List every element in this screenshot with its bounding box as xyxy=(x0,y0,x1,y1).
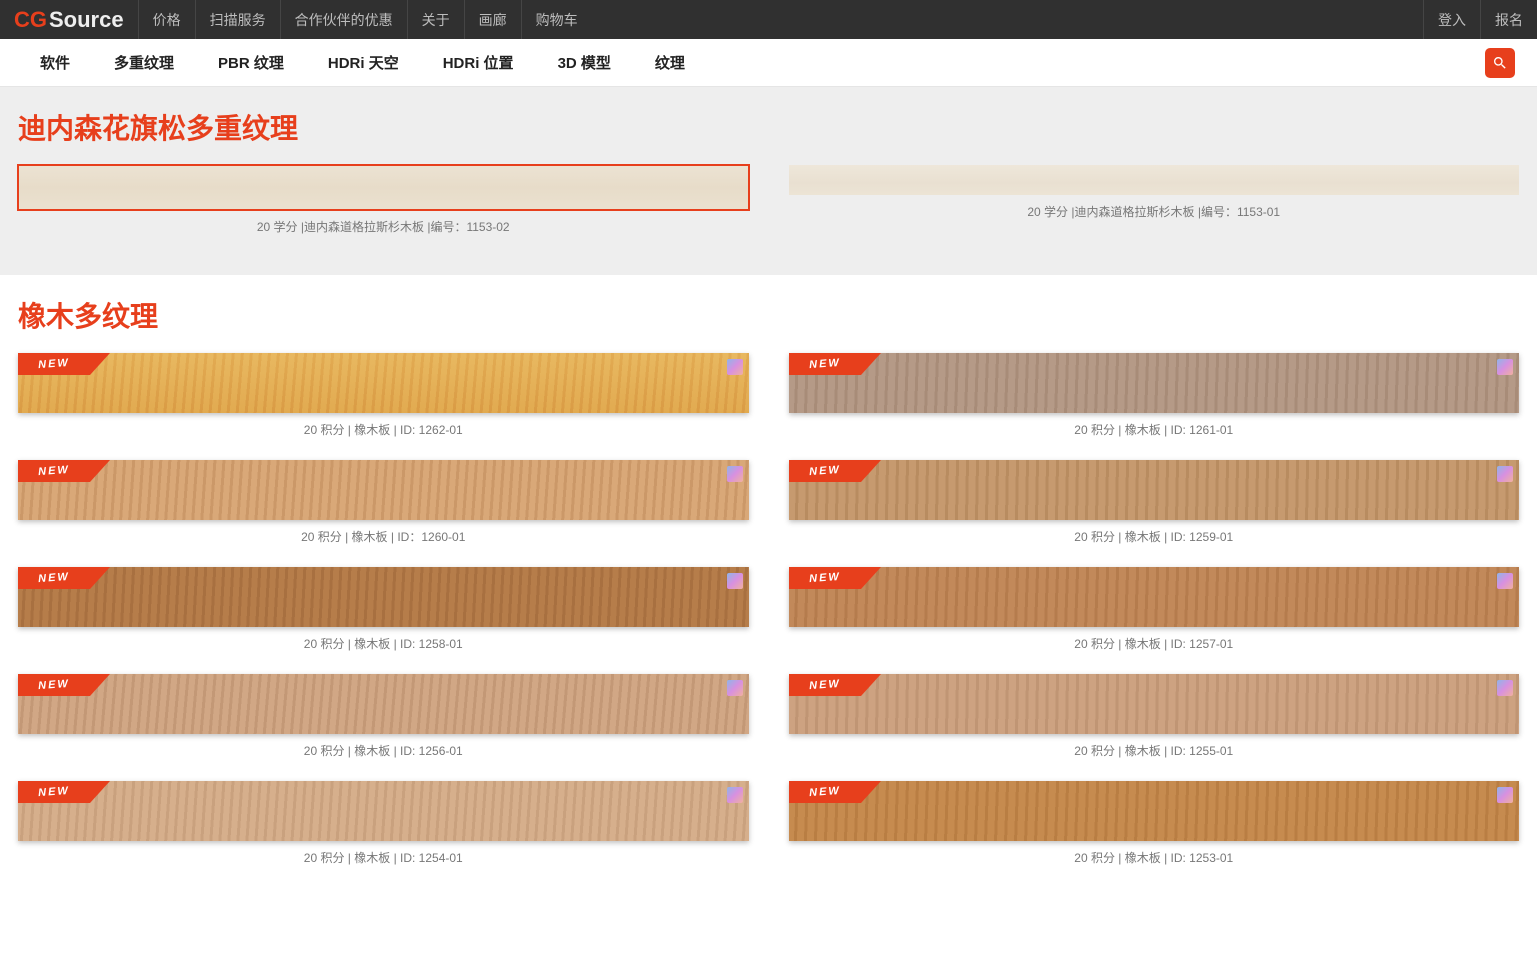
pbr-swatch-icon xyxy=(1497,466,1513,482)
top-nav-item[interactable]: 关于 xyxy=(407,0,464,39)
top-nav-item[interactable]: 购物车 xyxy=(521,0,592,39)
sub-nav-items: 软件多重纹理PBR 纹理HDRi 天空HDRi 位置3D 模型纹理 xyxy=(18,52,707,73)
product-caption: 20 积分 | 橡木板 | ID: 1255-01 xyxy=(1074,742,1233,759)
pbr-swatch-icon xyxy=(727,680,743,696)
product-card[interactable]: NEW 20 积分 | 橡木板 | ID: 1258-01 xyxy=(18,567,749,652)
new-ribbon: NEW xyxy=(789,460,861,482)
sub-nav-item[interactable]: HDRi 位置 xyxy=(421,52,536,73)
product-grid: 20 学分 |迪内森道格拉斯杉木板 |编号：1153-02 20 学分 |迪内森道… xyxy=(18,165,1519,235)
product-card[interactable]: NEW 20 积分 | 橡木板 | ID: 1253-01 xyxy=(789,781,1520,866)
section-oak: 橡木多纹理 NEW 20 积分 | 橡木板 | ID: 1262-01 NEW 20 … xyxy=(0,275,1537,906)
top-nav-item[interactable]: 画廊 xyxy=(464,0,521,39)
product-caption: 20 积分 | 橡木板 | ID: 1254-01 xyxy=(304,849,463,866)
sub-nav-item[interactable]: 纹理 xyxy=(633,52,707,73)
product-caption: 20 积分 | 橡木板 | ID: 1261-01 xyxy=(1074,421,1233,438)
new-ribbon: NEW xyxy=(18,781,90,803)
product-caption: 20 积分 | 橡木板 | ID: 1257-01 xyxy=(1074,635,1233,652)
new-ribbon: NEW xyxy=(789,353,861,375)
top-nav-items: 价格扫描服务合作伙伴的优惠关于画廊购物车 xyxy=(138,0,592,39)
spacer xyxy=(592,0,1423,39)
pbr-swatch-icon xyxy=(1497,573,1513,589)
pbr-swatch-icon xyxy=(727,359,743,375)
product-thumbnail[interactable]: NEW xyxy=(18,460,749,520)
pbr-swatch-icon xyxy=(1497,680,1513,696)
pbr-swatch-icon xyxy=(727,466,743,482)
section-dinesen: 迪内森花旗松多重纹理 20 学分 |迪内森道格拉斯杉木板 |编号：1153-02… xyxy=(0,87,1537,275)
product-card[interactable]: NEW 20 积分 | 橡木板 | ID: 1255-01 xyxy=(789,674,1520,759)
product-card[interactable]: NEW 20 积分 | 橡木板 | ID：1260-01 xyxy=(18,460,749,545)
product-caption: 20 学分 |迪内森道格拉斯杉木板 |编号：1153-01 xyxy=(1027,203,1280,220)
sub-nav-item[interactable]: 3D 模型 xyxy=(536,52,633,73)
product-caption: 20 积分 | 橡木板 | ID：1260-01 xyxy=(301,528,465,545)
top-nav-right: 登入报名 xyxy=(1423,0,1537,39)
product-card[interactable]: 20 学分 |迪内森道格拉斯杉木板 |编号：1153-01 xyxy=(789,165,1520,235)
product-caption: 20 积分 | 橡木板 | ID: 1253-01 xyxy=(1074,849,1233,866)
sub-nav-item[interactable]: PBR 纹理 xyxy=(196,52,306,73)
sub-nav-item[interactable]: 软件 xyxy=(18,52,92,73)
product-thumbnail[interactable]: NEW xyxy=(18,567,749,627)
new-ribbon: NEW xyxy=(789,781,861,803)
sub-nav: 软件多重纹理PBR 纹理HDRi 天空HDRi 位置3D 模型纹理 xyxy=(0,39,1537,87)
new-ribbon: NEW xyxy=(18,353,90,375)
product-card[interactable]: NEW 20 积分 | 橡木板 | ID: 1254-01 xyxy=(18,781,749,866)
sub-nav-item[interactable]: 多重纹理 xyxy=(92,52,196,73)
product-caption: 20 积分 | 橡木板 | ID: 1262-01 xyxy=(304,421,463,438)
top-nav-item[interactable]: 价格 xyxy=(138,0,195,39)
pbr-swatch-icon xyxy=(727,573,743,589)
logo-cg: CG xyxy=(14,7,47,33)
new-ribbon: NEW xyxy=(18,460,90,482)
pbr-swatch-icon xyxy=(727,787,743,803)
product-thumbnail[interactable]: NEW xyxy=(18,674,749,734)
product-card[interactable]: NEW 20 积分 | 橡木板 | ID: 1262-01 xyxy=(18,353,749,438)
top-nav-item[interactable]: 合作伙伴的优惠 xyxy=(280,0,407,39)
product-thumbnail[interactable]: NEW xyxy=(789,674,1520,734)
product-thumbnail[interactable]: NEW xyxy=(789,567,1520,627)
sub-nav-item[interactable]: HDRi 天空 xyxy=(306,52,421,73)
pbr-swatch-icon xyxy=(1497,787,1513,803)
search-button[interactable] xyxy=(1485,48,1515,78)
new-ribbon: NEW xyxy=(789,674,861,696)
product-thumbnail[interactable] xyxy=(789,165,1520,195)
product-thumbnail[interactable]: NEW xyxy=(789,781,1520,841)
product-caption: 20 积分 | 橡木板 | ID: 1258-01 xyxy=(304,635,463,652)
product-caption: 20 积分 | 橡木板 | ID: 1256-01 xyxy=(304,742,463,759)
section-title: 迪内森花旗松多重纹理 xyxy=(18,107,1519,147)
new-ribbon: NEW xyxy=(18,674,90,696)
product-grid: NEW 20 积分 | 橡木板 | ID: 1262-01 NEW 20 积分 | 橡… xyxy=(18,353,1519,866)
product-caption: 20 学分 |迪内森道格拉斯杉木板 |编号：1153-02 xyxy=(257,218,510,235)
section-title: 橡木多纹理 xyxy=(18,295,1519,335)
product-thumbnail[interactable]: NEW xyxy=(789,460,1520,520)
product-thumbnail[interactable]: NEW xyxy=(18,353,749,413)
top-nav-auth-item[interactable]: 报名 xyxy=(1480,0,1537,39)
product-thumbnail[interactable] xyxy=(18,165,749,210)
logo[interactable]: CG Source xyxy=(0,0,138,39)
product-thumbnail[interactable]: NEW xyxy=(789,353,1520,413)
top-nav-auth-item[interactable]: 登入 xyxy=(1423,0,1480,39)
top-nav-item[interactable]: 扫描服务 xyxy=(195,0,280,39)
product-thumbnail[interactable]: NEW xyxy=(18,781,749,841)
pbr-swatch-icon xyxy=(1497,359,1513,375)
product-card[interactable]: NEW 20 积分 | 橡木板 | ID: 1257-01 xyxy=(789,567,1520,652)
top-nav: CG Source 价格扫描服务合作伙伴的优惠关于画廊购物车 登入报名 xyxy=(0,0,1537,39)
product-card[interactable]: NEW 20 积分 | 橡木板 | ID: 1259-01 xyxy=(789,460,1520,545)
product-card[interactable]: NEW 20 积分 | 橡木板 | ID: 1256-01 xyxy=(18,674,749,759)
new-ribbon: NEW xyxy=(789,567,861,589)
product-caption: 20 积分 | 橡木板 | ID: 1259-01 xyxy=(1074,528,1233,545)
product-card[interactable]: 20 学分 |迪内森道格拉斯杉木板 |编号：1153-02 xyxy=(18,165,749,235)
product-card[interactable]: NEW 20 积分 | 橡木板 | ID: 1261-01 xyxy=(789,353,1520,438)
logo-source: Source xyxy=(49,7,124,33)
search-icon xyxy=(1492,55,1508,71)
new-ribbon: NEW xyxy=(18,567,90,589)
